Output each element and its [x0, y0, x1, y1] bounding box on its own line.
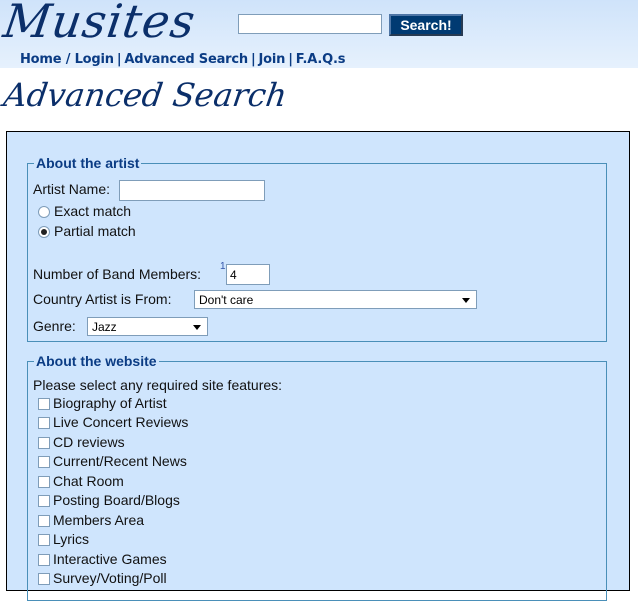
genre-label: Genre: [33, 318, 76, 334]
search-form-panel: About the artist Artist Name: Exact matc… [6, 131, 630, 601]
artist-name-input[interactable] [119, 180, 265, 201]
partial-match-label: Partial match [54, 223, 136, 239]
page-title: Advanced Search [1, 76, 290, 114]
country-select-value: Don't care [199, 293, 254, 307]
feature-checkbox[interactable] [38, 534, 50, 546]
feature-label: Live Concert Reviews [53, 414, 189, 430]
country-label: Country Artist is From: [33, 291, 172, 307]
feature-label: Posting Board/Blogs [53, 492, 180, 508]
feature-checkbox[interactable] [38, 573, 50, 585]
about-website-fieldset: About the website Please select any requ… [27, 353, 607, 601]
feature-label: Interactive Games [53, 551, 167, 567]
nav-separator: | [250, 52, 256, 67]
feature-checkbox[interactable] [38, 515, 50, 527]
partial-match-radio[interactable] [38, 226, 50, 238]
nav-advanced-search[interactable]: Advanced Search [124, 52, 248, 67]
nav-separator: | [116, 52, 122, 67]
nav-join[interactable]: Join [259, 52, 286, 67]
about-artist-fieldset: About the artist Artist Name: Exact matc… [27, 155, 607, 342]
nav-separator: | [288, 52, 293, 67]
nav-faqs[interactable]: F.A.Q.s [296, 52, 346, 67]
band-members-footnote: 1 [220, 261, 226, 272]
feature-label: CD reviews [53, 434, 125, 450]
feature-checkbox[interactable] [38, 495, 50, 507]
band-members-input[interactable] [226, 264, 270, 285]
chevron-down-icon [193, 325, 201, 330]
feature-checkbox[interactable] [38, 437, 50, 449]
genre-select[interactable]: Jazz [87, 317, 208, 336]
feature-label: Lyrics [53, 531, 90, 547]
artist-name-label: Artist Name: [33, 181, 111, 197]
search-input[interactable] [238, 14, 382, 34]
main-nav: Home / Login | Advanced Search | Join | F.A.Q.… [20, 52, 345, 67]
chevron-down-icon [462, 298, 470, 303]
country-select[interactable]: Don't care [194, 290, 477, 309]
feature-checkbox[interactable] [38, 476, 50, 488]
feature-label: Current/Recent News [53, 453, 187, 469]
exact-match-label: Exact match [54, 203, 132, 219]
feature-checkbox[interactable] [38, 456, 50, 468]
search-button[interactable]: Search! [389, 14, 463, 36]
nav-home-login[interactable]: Home / Login [20, 52, 114, 67]
feature-checkbox[interactable] [38, 554, 50, 566]
band-members-label: Number of Band Members: [33, 266, 202, 282]
about-website-legend: About the website [34, 353, 159, 369]
exact-match-radio[interactable] [38, 206, 50, 218]
feature-label: Chat Room [53, 473, 124, 489]
feature-checkbox[interactable] [38, 398, 50, 410]
feature-label: Survey/Voting/Poll [53, 570, 167, 586]
features-prompt: Please select any required site features… [33, 377, 283, 393]
header-bar: Musites Search! Home / Login | Advanced Se… [0, 0, 638, 68]
site-logo[interactable]: Musites [0, 0, 199, 48]
feature-label: Biography of Artist [53, 395, 167, 411]
feature-checkbox[interactable] [38, 417, 50, 429]
about-artist-legend: About the artist [34, 155, 142, 171]
genre-select-value: Jazz [92, 320, 117, 334]
feature-label: Members Area [53, 512, 145, 528]
